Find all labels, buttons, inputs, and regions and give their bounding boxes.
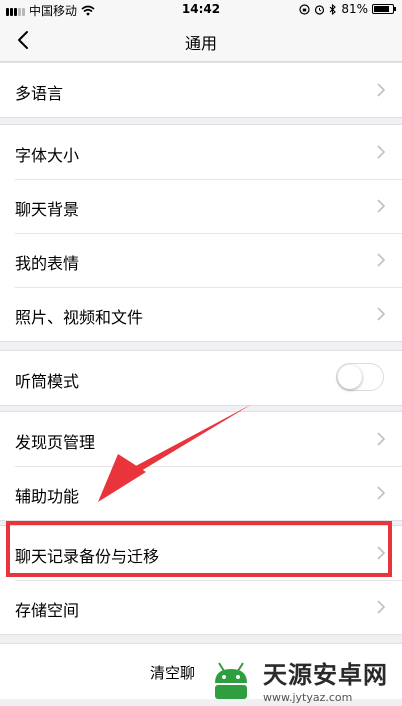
settings-row-label: 辅助功能 bbox=[15, 487, 80, 506]
settings-row-storage-space[interactable]: 存储空间 bbox=[0, 580, 402, 634]
settings-row-my-stickers[interactable]: 我的表情 bbox=[0, 233, 402, 287]
chevron-right-icon bbox=[377, 253, 386, 267]
clear-chat-history-label: 清空聊 bbox=[150, 664, 196, 682]
settings-row-chat-backup-migration[interactable]: 聊天记录备份与迁移 bbox=[0, 526, 402, 580]
settings-row-discover-management[interactable]: 发现页管理 bbox=[0, 412, 402, 466]
settings-group-language: 多语言 bbox=[0, 62, 402, 118]
orientation-lock-icon bbox=[299, 3, 310, 15]
settings-row-label: 发现页管理 bbox=[15, 433, 96, 452]
chevron-right-icon bbox=[377, 486, 386, 500]
watermark-title: 天源安卓网 bbox=[263, 660, 388, 689]
settings-row-label: 照片、视频和文件 bbox=[15, 308, 144, 327]
settings-row-label: 我的表情 bbox=[15, 254, 80, 273]
chevron-right-icon bbox=[377, 600, 386, 614]
toggle-knob bbox=[338, 365, 362, 389]
settings-row-font-size[interactable]: 字体大小 bbox=[0, 125, 402, 179]
battery-percent: 81% bbox=[341, 2, 368, 16]
settings-row-label: 存储空间 bbox=[15, 601, 80, 620]
settings-row-media-files[interactable]: 照片、视频和文件 bbox=[0, 287, 402, 341]
alarm-icon bbox=[315, 4, 325, 15]
settings-row-earpiece-mode: 听筒模式 bbox=[0, 351, 402, 405]
settings-group-storage: 聊天记录备份与迁移 存储空间 bbox=[0, 525, 402, 635]
settings-group-earpiece: 听筒模式 bbox=[0, 350, 402, 406]
settings-row-label: 字体大小 bbox=[15, 146, 80, 165]
chevron-right-icon bbox=[377, 145, 386, 159]
android-robot-logo-icon bbox=[215, 662, 247, 699]
watermark: 天源安卓网 www.jytyaz.com bbox=[205, 652, 401, 706]
chevron-right-icon bbox=[377, 432, 386, 446]
navigation-bar: 通用 bbox=[0, 20, 402, 62]
settings-group-discover: 发现页管理 辅助功能 bbox=[0, 411, 402, 521]
settings-row-label: 聊天背景 bbox=[15, 200, 80, 219]
watermark-url: www.jytyaz.com bbox=[263, 690, 353, 704]
settings-row-label: 听筒模式 bbox=[15, 372, 80, 391]
chevron-right-icon bbox=[377, 307, 386, 321]
settings-row-accessibility[interactable]: 辅助功能 bbox=[0, 466, 402, 520]
chevron-right-icon bbox=[377, 199, 386, 213]
settings-row-language[interactable]: 多语言 bbox=[0, 63, 402, 117]
chevron-right-icon bbox=[377, 546, 386, 560]
earpiece-mode-toggle[interactable] bbox=[336, 363, 384, 391]
page-title: 通用 bbox=[184, 34, 217, 53]
settings-row-chat-background[interactable]: 聊天背景 bbox=[0, 179, 402, 233]
battery-icon bbox=[372, 4, 396, 14]
settings-row-label: 聊天记录备份与迁移 bbox=[15, 547, 160, 566]
bluetooth-icon bbox=[329, 3, 337, 15]
settings-group-display: 字体大小 聊天背景 我的表情 照片、视频和文件 bbox=[0, 124, 402, 342]
status-right: 81% bbox=[299, 2, 396, 16]
chevron-right-icon bbox=[377, 83, 386, 97]
settings-row-label: 多语言 bbox=[15, 84, 64, 103]
status-bar: 中国移动 14:42 81% bbox=[0, 0, 402, 20]
